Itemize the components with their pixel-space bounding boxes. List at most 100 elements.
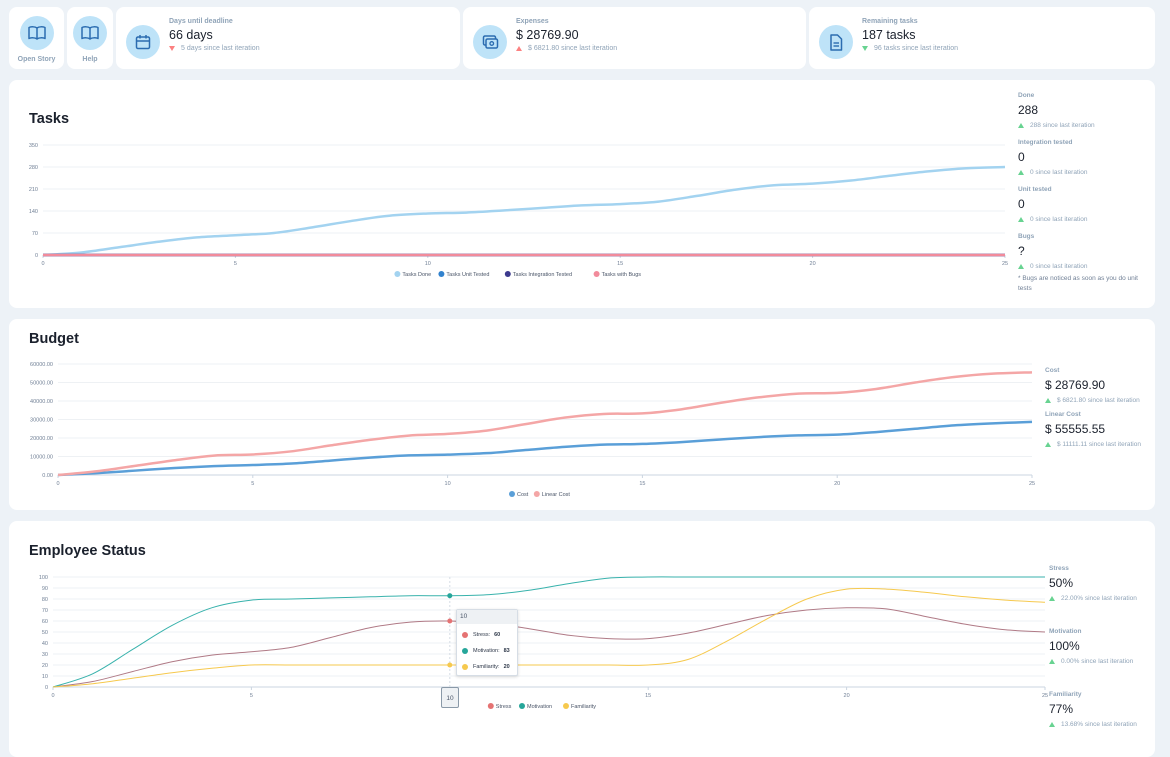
y-tick-label: 100 [39, 575, 48, 581]
money-icon [473, 25, 507, 59]
x-tick-label: 20 [844, 693, 850, 699]
series-dot-icon [462, 648, 468, 654]
expenses-label: Expenses [516, 18, 549, 25]
tooltip-row: Familiarity: 20 [462, 659, 517, 675]
legend-marker [438, 271, 445, 277]
motivation-delta: 0.00% since last iteration [1061, 658, 1134, 665]
x-tick-label: 20 [810, 261, 816, 267]
legend-label: Linear Cost [542, 492, 571, 498]
y-tick-label: 0.00 [42, 473, 53, 479]
x-tick-label: 5 [251, 481, 254, 487]
series-line [52, 587, 1046, 688]
budget-side-panel: Cost $ 28769.90 $ 6821.80 since last ite… [1045, 367, 1150, 449]
bugs-note: * Bugs are noticed as soon as you do uni… [1018, 275, 1138, 292]
unit-value: 0 [1018, 197, 1025, 211]
linear-delta: $ 11111.11 since last iteration [1057, 441, 1141, 448]
legend-label: Tasks Done [402, 272, 431, 278]
legend-marker [563, 703, 569, 709]
bugs-label: Bugs [1018, 233, 1035, 240]
calendar-icon [126, 25, 160, 59]
help-button[interactable]: Help [67, 7, 113, 69]
legend-label: Familiarity [571, 704, 596, 710]
legend-marker [593, 271, 600, 277]
legend-label: Motivation [527, 704, 552, 710]
legend-marker [519, 703, 525, 709]
tooltip-row-value: 83 [503, 648, 510, 654]
tasks-side-panel: Done 288 288 since last iteration Integr… [1018, 92, 1143, 294]
budget-chart: 0.00 10000.00 20000.00 30000.00 40000.00 5000… [30, 362, 1035, 498]
x-tick-label: 0 [56, 481, 59, 487]
legend-marker [487, 703, 494, 709]
y-tick-label: 70 [32, 231, 38, 237]
cost-label: Cost [1045, 367, 1060, 374]
series-dot-icon [462, 664, 468, 670]
integration-delta: 0 since last iteration [1030, 169, 1088, 176]
x-tick-label: 10 [445, 481, 451, 487]
trend-up-icon [1018, 217, 1024, 222]
series-line [52, 607, 1046, 688]
tooltip-row-label: Motivation: [473, 648, 500, 654]
book-icon [73, 16, 107, 50]
stress-value: 50% [1049, 576, 1074, 590]
done-value: 288 [1018, 103, 1039, 117]
x-tick-label: 5 [250, 693, 253, 699]
expenses-delta: $ 6821.80 since last iteration [528, 45, 618, 52]
stress-delta: 22.00% since last iteration [1061, 595, 1137, 602]
trend-up-icon [1018, 170, 1024, 175]
x-tick-label: 25 [1029, 481, 1035, 487]
series-line [57, 420, 1033, 477]
unit-delta: 0 since last iteration [1030, 216, 1088, 223]
chart-tooltip: 10 Stress: 60 Motivation: 83 Familiarity: 20 [456, 609, 518, 676]
tooltip-row-value: 20 [503, 664, 510, 670]
legend-marker [394, 271, 401, 277]
y-tick-label: 30 [42, 652, 48, 658]
y-tick-label: 30000.00 [30, 418, 53, 424]
stress-label: Stress [1049, 565, 1069, 572]
y-tick-label: 280 [29, 165, 38, 171]
tasks-title: Tasks [29, 111, 70, 127]
unit-label: Unit tested [1018, 186, 1052, 193]
tooltip-row: Stress: 60 [462, 627, 517, 643]
trend-down-icon [862, 46, 868, 51]
deadline-delta: 5 days since last iteration [181, 45, 260, 52]
y-tick-label: 80 [42, 597, 48, 603]
y-tick-label: 20 [42, 663, 48, 669]
linear-value: $ 55555.55 [1045, 422, 1106, 436]
legend-marker [509, 491, 515, 497]
trend-up-icon [1018, 264, 1024, 269]
trend-down-icon [169, 46, 175, 51]
trend-up-icon [516, 46, 522, 51]
x-tick-label: 25 [1002, 261, 1008, 267]
tooltip-row-label: Stress: [473, 632, 491, 638]
tasks-card: Tasks 0 70 140 210 280 350 0 5 10 15 20 25 Tasks Don… [9, 80, 1155, 308]
legend-label: Stress [496, 704, 512, 710]
trend-up-icon [1045, 398, 1051, 403]
done-label: Done [1018, 92, 1035, 99]
cost-value: $ 28769.90 [1045, 378, 1106, 392]
familiarity-label: Familiarity [1049, 691, 1082, 698]
employee-card: Employee Status 0 10 20 30 40 50 60 70 80 90 100 0 5… [9, 521, 1155, 757]
y-tick-label: 0 [45, 685, 48, 691]
x-tick-label: 25 [1042, 693, 1048, 699]
tooltip-row-label: Familiarity: [473, 664, 500, 670]
tasks-chart: 0 70 140 210 280 350 0 5 10 15 20 25 Tasks Done Tasks… [29, 143, 1008, 278]
y-tick-label: 50 [42, 630, 48, 636]
y-tick-label: 0 [35, 253, 38, 259]
employee-chart: 0 10 20 30 40 50 60 70 80 90 100 0 5 10 15 20 25 Stress Mo… [39, 575, 1048, 710]
bugs-delta: 0 since last iteration [1030, 263, 1088, 270]
series-dot-icon [462, 632, 468, 638]
trend-up-icon [1049, 722, 1055, 727]
y-tick-label: 10000.00 [30, 455, 53, 461]
hover-point [447, 662, 453, 668]
x-tick-label: 0 [41, 261, 44, 267]
y-tick-label: 90 [42, 586, 48, 592]
cost-delta: $ 6821.80 since last iteration [1057, 397, 1140, 404]
y-tick-label: 70 [42, 608, 48, 614]
remaining-delta: 96 tasks since last iteration [874, 45, 959, 52]
legend-label: Cost [517, 492, 529, 498]
legend-label: Tasks Integration Tested [513, 272, 572, 278]
y-tick-label: 20000.00 [30, 436, 53, 442]
open-story-button[interactable]: Open Story [9, 7, 64, 69]
legend-label: Tasks with Bugs [602, 272, 642, 278]
deadline-stat-card: Days until deadline 66 days 5 days since… [116, 7, 460, 69]
